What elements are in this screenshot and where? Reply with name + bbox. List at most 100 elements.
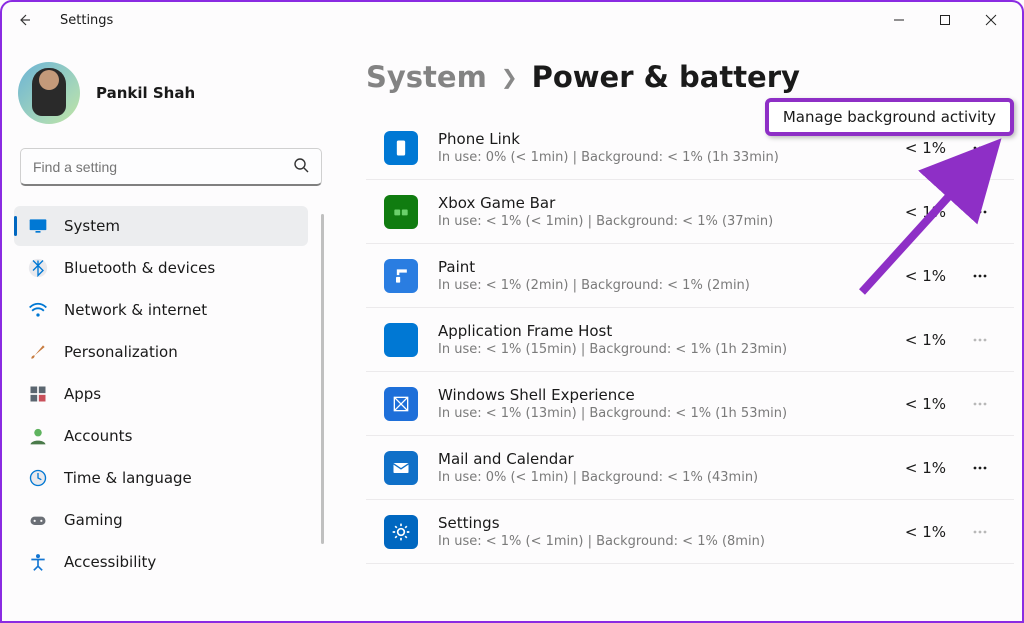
xbox-app-icon	[384, 195, 418, 229]
more-icon	[971, 331, 989, 349]
app-usage-detail: In use: < 1% (2min) | Background: < 1% (…	[438, 278, 889, 293]
app-more-button	[964, 395, 996, 413]
sidebar-item-gaming[interactable]: Gaming	[14, 500, 308, 540]
app-text: Application Frame Host In use: < 1% (15mi…	[438, 322, 889, 357]
maximize-icon	[939, 14, 951, 26]
app-name: Application Frame Host	[438, 322, 889, 340]
app-more-button[interactable]	[964, 139, 996, 157]
minimize-button[interactable]	[876, 5, 922, 35]
back-button[interactable]	[10, 6, 38, 34]
close-button[interactable]	[968, 5, 1014, 35]
gamepad-icon	[28, 510, 48, 530]
profile[interactable]: Pankil Shah	[14, 56, 328, 148]
sidebar-item-label: Network & internet	[64, 301, 207, 319]
app-usage-list: Phone LinkIn use: 0% (< 1min) | Backgrou…	[366, 116, 1014, 621]
app-text: Settings In use: < 1% (< 1min) | Backgrou…	[438, 514, 889, 549]
shell-app-icon	[384, 387, 418, 421]
app-usage-detail: In use: 0% (< 1min) | Background: < 1% (…	[438, 470, 889, 485]
wifi-icon	[28, 300, 48, 320]
app-text: Paint In use: < 1% (2min) | Background: <…	[438, 258, 889, 293]
app-percent: < 1%	[905, 267, 946, 285]
app-row[interactable]: Paint In use: < 1% (2min) | Background: <…	[366, 244, 1014, 308]
app-more-button[interactable]	[964, 203, 996, 221]
sidebar: Pankil Shah System Bluetooth & devices Net…	[2, 38, 336, 621]
monitor-icon	[28, 216, 48, 236]
close-icon	[985, 14, 997, 26]
app-name: Paint	[438, 258, 889, 276]
phone-app-icon	[384, 131, 418, 165]
person-icon	[28, 426, 48, 446]
brush-icon	[28, 342, 48, 362]
title-bar: Settings	[2, 2, 1022, 38]
app-name: Xbox Game Bar	[438, 194, 889, 212]
clock-icon	[28, 468, 48, 488]
gear-app-icon	[384, 515, 418, 549]
app-percent: < 1%	[905, 395, 946, 413]
app-percent: < 1%	[905, 523, 946, 541]
sidebar-item-system[interactable]: System	[14, 206, 308, 246]
sidebar-item-accessibility[interactable]: Accessibility	[14, 542, 308, 582]
window-title: Settings	[60, 13, 113, 28]
app-percent: < 1%	[905, 459, 946, 477]
app-usage-detail: In use: 0% (< 1min) | Background: < 1% (…	[438, 150, 889, 165]
more-icon	[971, 523, 989, 541]
maximize-button[interactable]	[922, 5, 968, 35]
sidebar-item-label: Time & language	[64, 469, 192, 487]
more-icon	[971, 139, 989, 157]
apps-icon	[28, 384, 48, 404]
search-box[interactable]	[20, 148, 322, 186]
more-icon	[971, 203, 989, 221]
app-usage-detail: In use: < 1% (15min) | Background: < 1% …	[438, 342, 889, 357]
app-name: Mail and Calendar	[438, 450, 889, 468]
app-row[interactable]: Mail and Calendar In use: 0% (< 1min) | B…	[366, 436, 1014, 500]
app-usage-detail: In use: < 1% (< 1min) | Background: < 1%…	[438, 214, 889, 229]
sidebar-item-apps[interactable]: Apps	[14, 374, 308, 414]
avatar	[18, 62, 80, 124]
bluetooth-icon	[28, 258, 48, 278]
nav-list: System Bluetooth & devices Network & inter…	[14, 206, 328, 582]
tooltip-label: Manage background activity	[783, 108, 996, 126]
sidebar-scrollbar[interactable]	[321, 214, 324, 544]
search-input[interactable]	[33, 159, 293, 175]
more-icon	[971, 395, 989, 413]
app-row[interactable]: Windows Shell Experience In use: < 1% (13…	[366, 372, 1014, 436]
arrow-left-icon	[16, 12, 32, 28]
breadcrumb-parent[interactable]: System	[366, 60, 487, 94]
sidebar-item-label: Personalization	[64, 343, 178, 361]
app-more-button[interactable]	[964, 459, 996, 477]
sidebar-item-time[interactable]: Time & language	[14, 458, 308, 498]
app-more-button	[964, 523, 996, 541]
search-icon	[293, 157, 309, 177]
more-icon	[971, 459, 989, 477]
sidebar-item-label: Accounts	[64, 427, 132, 445]
app-name: Windows Shell Experience	[438, 386, 889, 404]
accessibility-icon	[28, 552, 48, 572]
sidebar-item-accounts[interactable]: Accounts	[14, 416, 308, 456]
minimize-icon	[893, 14, 905, 26]
sidebar-item-label: Gaming	[64, 511, 123, 529]
more-icon	[971, 267, 989, 285]
app-row[interactable]: Xbox Game Bar In use: < 1% (< 1min) | Bac…	[366, 180, 1014, 244]
chevron-right-icon: ❯	[501, 65, 518, 89]
sidebar-item-bluetooth[interactable]: Bluetooth & devices	[14, 248, 308, 288]
sidebar-item-label: System	[64, 217, 120, 235]
app-more-button	[964, 331, 996, 349]
profile-name: Pankil Shah	[96, 84, 195, 102]
tooltip-manage-background[interactable]: Manage background activity	[765, 98, 1014, 136]
app-text: Mail and Calendar In use: 0% (< 1min) | B…	[438, 450, 889, 485]
sidebar-item-label: Bluetooth & devices	[64, 259, 215, 277]
square-app-icon	[384, 323, 418, 357]
app-row[interactable]: Settings In use: < 1% (< 1min) | Backgrou…	[366, 500, 1014, 564]
sidebar-item-label: Apps	[64, 385, 101, 403]
sidebar-item-network[interactable]: Network & internet	[14, 290, 308, 330]
app-more-button[interactable]	[964, 267, 996, 285]
page-title: Power & battery	[532, 60, 800, 94]
app-text: Windows Shell Experience In use: < 1% (13…	[438, 386, 889, 421]
app-usage-detail: In use: < 1% (13min) | Background: < 1% …	[438, 406, 889, 421]
sidebar-item-personalization[interactable]: Personalization	[14, 332, 308, 372]
app-row[interactable]: Application Frame Host In use: < 1% (15mi…	[366, 308, 1014, 372]
sidebar-item-label: Accessibility	[64, 553, 156, 571]
app-text: Xbox Game Bar In use: < 1% (< 1min) | Bac…	[438, 194, 889, 229]
app-name: Settings	[438, 514, 889, 532]
app-usage-detail: In use: < 1% (< 1min) | Background: < 1%…	[438, 534, 889, 549]
